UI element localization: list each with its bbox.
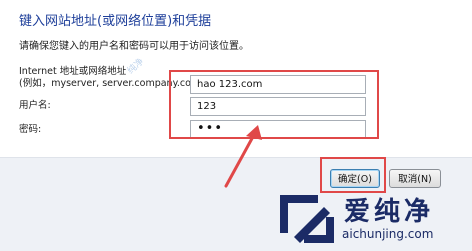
ok-button[interactable]: 确定(O) (330, 169, 380, 188)
cancel-button[interactable]: 取消(N) (389, 169, 441, 188)
address-input[interactable]: hao 123.com (190, 75, 366, 94)
watermark: 爱纯净 aichunjing.com (270, 187, 470, 249)
watermark-logo-icon (280, 195, 334, 243)
address-label-line1: Internet 地址或网络地址 (19, 66, 127, 77)
address-label: Internet 地址或网络地址 (例如，myserver, server.co… (19, 66, 207, 90)
watermark-url: aichunjing.com (342, 227, 434, 241)
password-input[interactable]: ••• (190, 120, 366, 139)
username-label: 用户名: (19, 100, 51, 111)
map-network-location-dialog: 键入网站地址(或网络位置)和凭据 请确保您键入的用户名和密码可以用于访问该位置。… (0, 0, 472, 251)
dialog-description: 请确保您键入的用户名和密码可以用于访问该位置。 (19, 41, 249, 52)
password-label: 密码: (19, 124, 42, 135)
address-label-line2: (例如，myserver, server.company.com): (19, 78, 208, 89)
dialog-title: 键入网站地址(或网络位置)和凭据 (19, 14, 212, 29)
username-input[interactable]: 123 (190, 97, 366, 116)
watermark-text: 爱纯净 (344, 197, 435, 227)
